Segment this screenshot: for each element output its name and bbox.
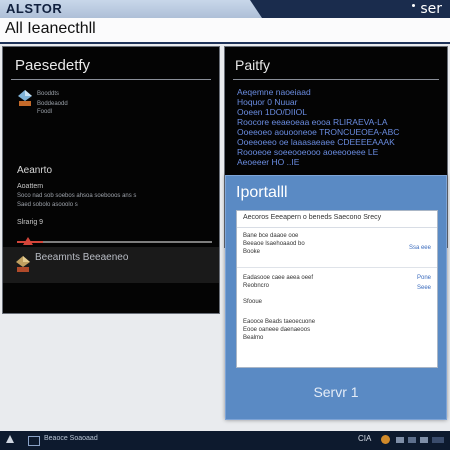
card-link[interactable]: Seee (417, 285, 431, 291)
dialog-card: Aecoros Eeeapern o beneds Saecono Srecy … (236, 210, 438, 368)
crystal-icon (18, 90, 32, 106)
section-subtitle: Aoattem (17, 183, 44, 190)
card-header: Aecoros Eeeapern o beneds Saecono Srecy (237, 211, 437, 228)
page-header: All Ieanecthll (0, 18, 450, 44)
clock-icon[interactable] (381, 435, 390, 444)
crystal-icon (16, 256, 30, 272)
card-text: Eaooce Beads taeoecuone (243, 319, 316, 325)
brand-title: ALSTOR (6, 1, 63, 16)
card-text: Beeaoe lsaehoaaod bo (243, 241, 305, 247)
portal-dialog: Iportalll Aecoros Eeeapern o beneds Saec… (225, 175, 447, 420)
title-bar: ALSTOR ser (0, 0, 450, 18)
window-icon[interactable] (28, 436, 40, 446)
card-text: Bane bce daaoe ooe (243, 233, 299, 239)
info-line: Roocore eeaeoeaa eooa RLIRAEVA-LA (237, 117, 388, 127)
thumb-line: Booddts (37, 91, 60, 97)
info-line: Aeoeeer HO ..IE (237, 157, 300, 167)
divider (237, 267, 437, 268)
info-line: Ooeeoeo aouooneoe TRONCUEOEA-ABC (237, 127, 400, 137)
taskbar: Beaoce Soaoaad CIA (0, 431, 450, 450)
card-text: Reobncro (243, 283, 270, 289)
card-link[interactable]: Pone (417, 275, 431, 281)
brand-tab: ALSTOR (0, 0, 262, 18)
language-indicator[interactable]: CIA (358, 434, 371, 443)
server-button[interactable]: Servr 1 (286, 381, 386, 401)
right-panel-title: Paitfy (235, 57, 271, 73)
taskbar-item-label[interactable]: Beaoce Soaoaad (44, 435, 98, 442)
status-dot-icon (412, 4, 415, 7)
thumb-line: Foodl (37, 109, 53, 115)
card-text: Eadasooe caee aeea oeef (243, 275, 314, 281)
card-header-text: Aecoros Eeeapern o beneds Saecono Srecy (243, 214, 382, 221)
slider-handle[interactable] (23, 237, 33, 245)
top-right-label[interactable]: ser (420, 1, 442, 17)
section-heading: Aeanrto (17, 165, 53, 176)
list-item[interactable]: Beeamnts Beeaeneo (3, 247, 219, 283)
info-line: Aeqemne naoeiaad (237, 87, 311, 97)
slider-label: Slrarig 9 (17, 219, 44, 226)
card-text: Bealmo (243, 335, 264, 341)
start-icon[interactable] (6, 435, 14, 443)
info-line: Roooeoe soeeooeooo aoeeooeee LE (237, 147, 379, 157)
info-line: Ooeeoeeo oe laaasaeaee CDEEEEAAAK (237, 137, 395, 147)
dialog-title: Iportalll (236, 184, 288, 201)
divider (233, 79, 439, 80)
page-title: All Ieanecthll (5, 20, 96, 37)
card-link[interactable]: Ssa eee (409, 245, 431, 251)
left-panel: Paesedetfy Booddts Boddeaodd Foodl Aeanr… (2, 46, 220, 314)
section-text: Soco nad sob soebos ahsoa soebooos ans s (17, 193, 137, 199)
tray-icons[interactable] (396, 435, 446, 445)
card-text: Eooe oaneee daenaeoos (243, 327, 311, 333)
info-line: Hoquor 0 Nuuar (237, 97, 298, 107)
list-item-label: Beeamnts Beeaeneo (35, 252, 129, 263)
thumb-line: Boddeaodd (37, 101, 68, 107)
info-line: Ooeen 1DO/DIIOL (237, 107, 307, 117)
card-text: Booke (243, 249, 261, 255)
slider-track[interactable] (17, 241, 212, 243)
left-panel-title: Paesedetfy (15, 57, 91, 74)
card-text: Sfooue (243, 299, 263, 305)
section-text: Saed sobolo asooolo s (17, 202, 78, 208)
divider (11, 79, 211, 80)
